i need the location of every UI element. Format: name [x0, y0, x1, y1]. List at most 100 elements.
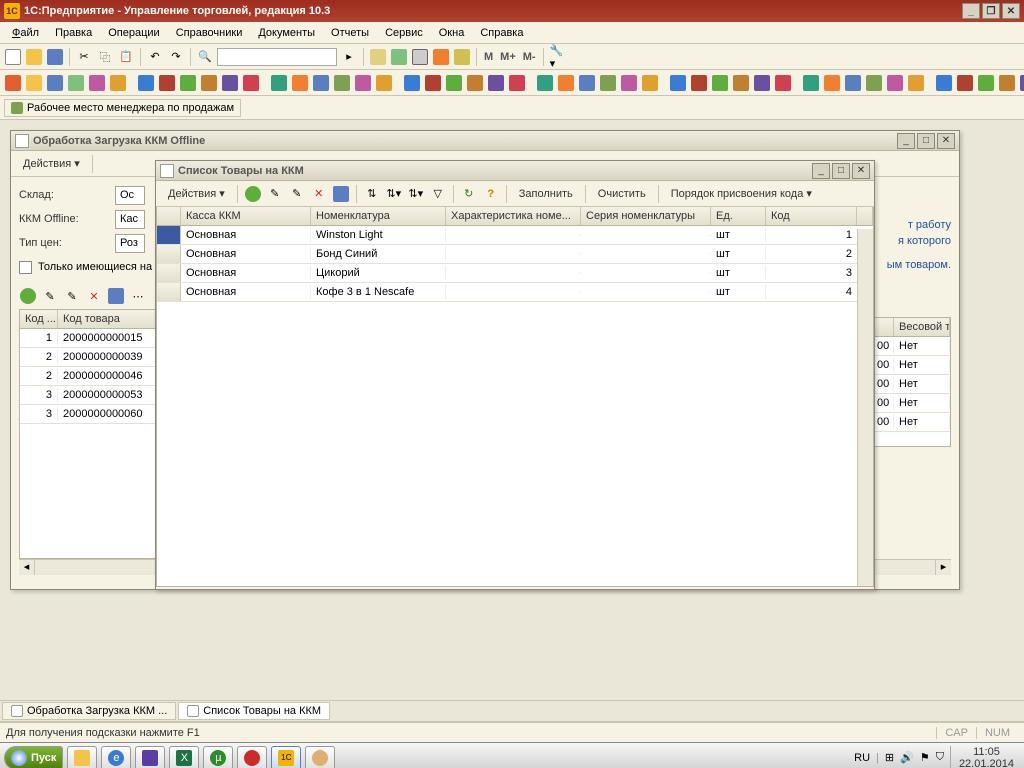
task-explorer[interactable]: [67, 746, 97, 768]
tb2-icon-23[interactable]: [508, 74, 526, 92]
memory-mplus[interactable]: M+: [498, 51, 518, 63]
input-sklad[interactable]: [115, 186, 145, 205]
checkbox-only-available[interactable]: [19, 261, 32, 274]
tb2-icon-46[interactable]: [1019, 74, 1024, 92]
task-opera[interactable]: [237, 746, 267, 768]
menu-help[interactable]: Справка: [474, 25, 529, 41]
tb2-icon-43[interactable]: [956, 74, 974, 92]
fg-minimize-button[interactable]: _: [812, 163, 830, 179]
tb2-icon-45[interactable]: [998, 74, 1016, 92]
tb2-icon-41[interactable]: [907, 74, 925, 92]
tb2-icon-20[interactable]: [445, 74, 463, 92]
fg-clear-button[interactable]: Очистить: [592, 186, 652, 202]
tb2-icon-36[interactable]: [802, 74, 820, 92]
tb2-icon-7[interactable]: [158, 74, 176, 92]
tb2-icon-13[interactable]: [291, 74, 309, 92]
tb2-icon-27[interactable]: [599, 74, 617, 92]
table-row[interactable]: 22000000000046: [20, 367, 158, 386]
tb2-icon-19[interactable]: [424, 74, 442, 92]
tray-clock[interactable]: 11:05 22.01.2014: [950, 746, 1014, 768]
fg-maximize-button[interactable]: □: [832, 163, 850, 179]
tb2-icon-6[interactable]: [137, 74, 155, 92]
tb2-icon-11[interactable]: [242, 74, 260, 92]
add-icon[interactable]: [19, 287, 37, 305]
fg-code-order-button[interactable]: Порядок присвоения кода ▾: [665, 185, 818, 202]
fg-filter2-icon[interactable]: ⇅▾: [407, 185, 425, 203]
fg-col-nomenklatura[interactable]: Номенклатура: [311, 207, 446, 225]
fg-col-harakteristika[interactable]: Характеристика номе...: [446, 207, 581, 225]
tb2-icon-4[interactable]: [88, 74, 106, 92]
fg-col-ed[interactable]: Ед.: [711, 207, 766, 225]
tb2-icon-18[interactable]: [403, 74, 421, 92]
manager-workplace-button[interactable]: Рабочее место менеджера по продажам: [4, 99, 241, 117]
fg-copy-icon[interactable]: ✎: [288, 185, 306, 203]
tray-icon-1[interactable]: ⚑: [920, 751, 930, 764]
save-grid-icon[interactable]: [107, 287, 125, 305]
settings-icon[interactable]: 🔧▾: [549, 48, 567, 66]
search-input[interactable]: [217, 48, 337, 66]
minimize-button[interactable]: _: [962, 3, 980, 19]
table-row[interactable]: ОсновнаяКофе 3 в 1 Nescafeшт4: [157, 283, 873, 302]
fg-col-kassa[interactable]: Касса ККМ: [181, 207, 311, 225]
fg-help-icon[interactable]: ?: [482, 185, 500, 203]
delete-icon[interactable]: ✕: [85, 287, 103, 305]
fg-close-button[interactable]: ✕: [852, 163, 870, 179]
table-row[interactable]: ОсновнаяWinston Lightшт1: [157, 226, 873, 245]
menu-file[interactable]: Файл: [6, 25, 45, 41]
tb2-icon-26[interactable]: [578, 74, 596, 92]
tb2-icon-17[interactable]: [375, 74, 393, 92]
tb2-icon-29[interactable]: [641, 74, 659, 92]
tb2-icon-5[interactable]: [109, 74, 127, 92]
tab-kkm-offline[interactable]: Обработка Загрузка ККМ ...: [2, 702, 176, 720]
fg-refresh-icon[interactable]: ↻: [460, 185, 478, 203]
open-icon[interactable]: [25, 48, 43, 66]
task-excel[interactable]: X: [169, 746, 199, 768]
tb2-icon-1[interactable]: [25, 74, 43, 92]
tb2-icon-12[interactable]: [270, 74, 288, 92]
tb-icon-c[interactable]: [453, 48, 471, 66]
fg-filter1-icon[interactable]: ⇅▾: [385, 185, 403, 203]
fg-moveup-icon[interactable]: ⇅: [363, 185, 381, 203]
task-1c[interactable]: 1C: [271, 746, 301, 768]
tray-network-icon[interactable]: ⊞: [885, 751, 894, 764]
table-row[interactable]: 00Нет: [872, 375, 950, 394]
copy-icon[interactable]: ⿻: [96, 48, 114, 66]
table-row[interactable]: 00Нет: [872, 394, 950, 413]
tray-lang[interactable]: RU: [854, 752, 870, 764]
fg-delete-icon[interactable]: ✕: [310, 185, 328, 203]
menu-references[interactable]: Справочники: [170, 25, 249, 41]
save-icon[interactable]: [46, 48, 64, 66]
bg-close-button[interactable]: ✕: [937, 133, 955, 149]
tb2-icon-33[interactable]: [732, 74, 750, 92]
task-utorrent[interactable]: µ: [203, 746, 233, 768]
task-player[interactable]: [135, 746, 165, 768]
tb2-icon-24[interactable]: [536, 74, 554, 92]
copy-row-icon[interactable]: ✎: [63, 287, 81, 305]
table-row[interactable]: 00Нет: [872, 337, 950, 356]
task-paint[interactable]: [305, 746, 335, 768]
menu-service[interactable]: Сервис: [379, 25, 429, 41]
tb2-icon-39[interactable]: [865, 74, 883, 92]
tb2-icon-14[interactable]: [312, 74, 330, 92]
tb2-icon-21[interactable]: [466, 74, 484, 92]
undo-icon[interactable]: ↶: [146, 48, 164, 66]
paste-icon[interactable]: 📋: [117, 48, 135, 66]
fg-col-seria[interactable]: Серия номенклатуры: [581, 207, 711, 225]
fg-col-kod[interactable]: Код: [766, 207, 857, 225]
tb2-icon-10[interactable]: [221, 74, 239, 92]
table-row[interactable]: 00Нет: [872, 356, 950, 375]
tb2-icon-40[interactable]: [886, 74, 904, 92]
input-kkm[interactable]: [115, 210, 145, 229]
tb2-icon-31[interactable]: [690, 74, 708, 92]
menu-windows[interactable]: Окна: [433, 25, 471, 41]
bg-maximize-button[interactable]: □: [917, 133, 935, 149]
tb2-icon-28[interactable]: [620, 74, 638, 92]
menu-edit[interactable]: Правка: [49, 25, 98, 41]
col-kod-n[interactable]: Код ...: [20, 310, 58, 328]
tb2-icon-37[interactable]: [823, 74, 841, 92]
table-row[interactable]: 00Нет: [872, 413, 950, 432]
tray-volume-icon[interactable]: 🔊: [900, 751, 914, 764]
tb2-icon-42[interactable]: [935, 74, 953, 92]
tb2-icon-38[interactable]: [844, 74, 862, 92]
table-row[interactable]: 32000000000053: [20, 386, 158, 405]
